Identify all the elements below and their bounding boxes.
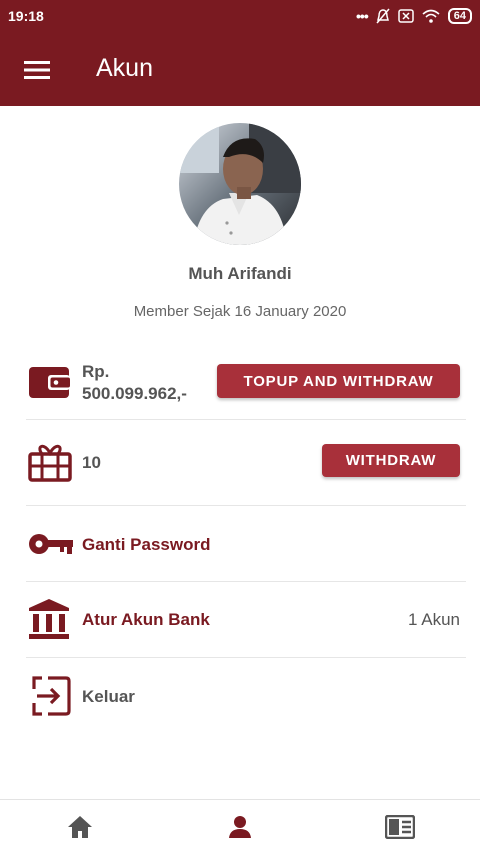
person-icon xyxy=(229,816,251,838)
news-icon xyxy=(385,815,415,839)
nav-news[interactable] xyxy=(365,800,435,853)
topup-withdraw-button[interactable]: TOPUP AND WITHDRAW xyxy=(217,364,460,398)
bank-icon xyxy=(29,599,69,639)
points-value: 10 xyxy=(82,453,101,472)
close-box-icon xyxy=(398,9,414,23)
nav-account[interactable] xyxy=(205,800,275,853)
status-icons: ••• 64 xyxy=(356,7,472,25)
balance-row: Rp. 500.099.962,- TOPUP AND WITHDRAW xyxy=(26,344,466,420)
home-icon xyxy=(68,816,92,838)
gift-icon xyxy=(28,444,72,482)
mute-bell-icon xyxy=(376,8,390,24)
toolbar: Akun xyxy=(0,32,480,106)
bank-account-label: Atur Akun Bank xyxy=(82,610,210,629)
nav-home[interactable] xyxy=(45,800,115,853)
menu-button[interactable] xyxy=(14,48,60,92)
wifi-icon xyxy=(422,9,440,23)
status-time: 19:18 xyxy=(8,8,44,24)
page-title: Akun xyxy=(96,54,153,82)
wallet-icon xyxy=(29,367,70,398)
key-icon xyxy=(29,534,73,554)
profile-name: Muh Arifandi xyxy=(188,264,292,283)
balance-amount: 500.099.962,- xyxy=(82,384,187,403)
battery-indicator: 64 xyxy=(447,8,472,24)
change-password-row[interactable]: Ganti Password xyxy=(26,506,466,582)
app-header: 19:18 ••• 64 Akun xyxy=(0,0,480,106)
withdraw-button[interactable]: WITHDRAW xyxy=(322,444,460,477)
menu-icon xyxy=(24,61,50,79)
points-row: 10 WITHDRAW xyxy=(26,420,466,506)
logout-label: Keluar xyxy=(82,687,135,706)
bank-account-count: 1 Akun xyxy=(408,610,460,629)
profile-section: Muh Arifandi Member Sejak 16 January 202… xyxy=(0,106,480,344)
bottom-nav xyxy=(0,799,480,853)
avatar-image xyxy=(179,123,301,245)
member-since: Member Sejak 16 January 2020 xyxy=(133,303,347,320)
logout-icon xyxy=(32,676,71,716)
logout-row[interactable]: Keluar xyxy=(26,658,466,734)
more-dots-icon: ••• xyxy=(356,8,369,24)
change-password-label: Ganti Password xyxy=(82,535,211,554)
balance-currency: Rp. xyxy=(82,362,110,381)
bank-account-row[interactable]: Atur Akun Bank 1 Akun xyxy=(26,582,466,658)
status-bar: 19:18 ••• 64 xyxy=(0,0,480,32)
avatar[interactable] xyxy=(179,123,301,245)
